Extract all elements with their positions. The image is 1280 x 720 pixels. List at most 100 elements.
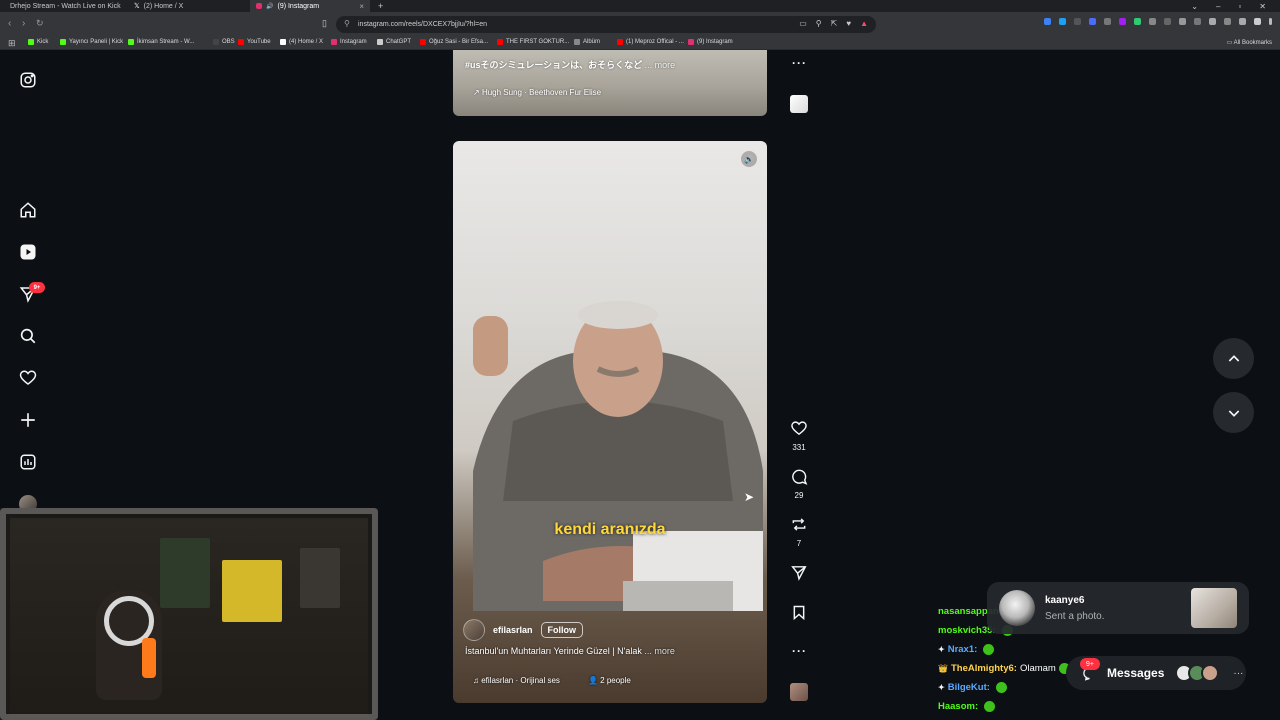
- profile-icon[interactable]: [1194, 18, 1201, 25]
- more-icon[interactable]: ···: [1233, 668, 1243, 679]
- bookmark-label: ChatGPT: [386, 39, 412, 45]
- previous-reel-button[interactable]: [1213, 338, 1254, 379]
- extension-icon[interactable]: [1074, 18, 1081, 25]
- site-info-icon[interactable]: ⚲: [344, 19, 350, 28]
- bookmark-item[interactable]: ChatGPT: [377, 39, 411, 45]
- message-notification[interactable]: kaanye6 Sent a photo.: [987, 582, 1249, 634]
- close-tab-icon[interactable]: ×: [359, 2, 364, 11]
- reel-audio[interactable]: ♫ efilasrlan · Orijinal ses: [473, 676, 560, 685]
- extension-icon[interactable]: [1104, 18, 1111, 25]
- forward-icon[interactable]: ›: [22, 18, 25, 29]
- messages-label: Messages: [1107, 666, 1165, 680]
- audio-thumbnail[interactable]: [790, 683, 808, 701]
- shield-icon[interactable]: [1239, 18, 1246, 25]
- reel-caption: İstanbul'un Muhtarları Yerinde Güzel | N…: [465, 646, 675, 656]
- extension-icon[interactable]: [1119, 18, 1126, 25]
- bookmark-favicon-icon: [497, 39, 503, 45]
- sidepanel-icon[interactable]: [1179, 18, 1186, 25]
- like-button[interactable]: 331: [786, 420, 812, 452]
- zoom-icon[interactable]: ⚲: [816, 19, 822, 28]
- cast-icon[interactable]: ▭: [799, 19, 807, 28]
- bookmark-favicon-icon: [238, 39, 244, 45]
- dashboard-icon[interactable]: [18, 452, 38, 472]
- reel-video[interactable]: 🔊 kendi aranızda efilasrlan Follow İstan…: [453, 141, 767, 703]
- reload-icon[interactable]: ↻: [36, 18, 44, 29]
- minimize-icon[interactable]: –: [1216, 2, 1220, 11]
- extension-icon[interactable]: [1089, 18, 1096, 25]
- extension-warning-icon[interactable]: ▲: [860, 19, 868, 28]
- volume-icon[interactable]: 🔊: [741, 151, 757, 167]
- all-bookmarks-button[interactable]: ▭ All Bookmarks: [1227, 39, 1272, 46]
- comment-icon: [792, 469, 808, 485]
- bookmark-item[interactable]: THE FIRST GOKTUR...: [497, 39, 569, 45]
- previous-reel[interactable]: #usそのシミュレーションは、おそらくなど ... more ↗ Hugh Su…: [453, 50, 767, 116]
- chat-emote-icon: [995, 682, 1007, 693]
- more-options-icon[interactable]: ···: [792, 644, 807, 658]
- bookmark-item[interactable]: OBS: [213, 39, 235, 45]
- share-icon[interactable]: ⇱: [831, 19, 838, 28]
- maximize-icon[interactable]: ▫: [1238, 2, 1241, 11]
- author-name[interactable]: efilasrlan: [493, 625, 533, 635]
- back-icon[interactable]: ‹: [8, 18, 11, 29]
- reel-audio[interactable]: ↗ Hugh Sung · Beethoven Fur Elise: [473, 88, 601, 97]
- tab-instagram[interactable]: 🔊 (9) Instagram ×: [250, 0, 370, 12]
- media-icon[interactable]: [1164, 18, 1171, 25]
- chat-username[interactable]: TheAlmighty6:: [951, 659, 1017, 678]
- shield-icon[interactable]: ♥: [846, 19, 851, 28]
- new-tab-button[interactable]: +: [372, 0, 388, 12]
- bookmark-favicon-icon: [688, 39, 694, 45]
- send-icon: [791, 566, 807, 581]
- create-plus-icon[interactable]: [18, 410, 38, 430]
- browser-toolbar: ‹ › ↻ ▯ ⚲ instagram.com/reels/DXCEX7bjjI…: [0, 12, 1280, 37]
- apps-grid-icon[interactable]: ⊞: [8, 38, 16, 49]
- bookmark-item[interactable]: Oğuz Sasi - Bir Efsa...: [420, 39, 488, 45]
- search-icon[interactable]: [18, 326, 38, 346]
- tagged-people[interactable]: 👤 2 people: [588, 676, 631, 685]
- share-button[interactable]: [786, 564, 812, 586]
- extension-icon[interactable]: [1044, 18, 1051, 25]
- instagram-logo-icon[interactable]: [18, 70, 38, 90]
- author-avatar[interactable]: [463, 619, 485, 641]
- bookmark-item[interactable]: İkimsan Stream - W...: [128, 39, 194, 45]
- chat-username[interactable]: BilgeKut:: [948, 678, 990, 697]
- address-bar[interactable]: ⚲ instagram.com/reels/DXCEX7bjjIu/?hl=en…: [336, 16, 876, 33]
- comment-button[interactable]: 29: [786, 468, 812, 500]
- reels-icon[interactable]: [18, 242, 38, 262]
- chat-username[interactable]: Nrax1:: [948, 640, 978, 659]
- bookmark-item[interactable]: (1) Meproz Offical - ...: [617, 39, 684, 45]
- bookmark-item[interactable]: (9) Instagram: [688, 39, 733, 45]
- bookmark-item[interactable]: YouTube: [238, 39, 271, 45]
- close-window-icon[interactable]: ✕: [1259, 2, 1266, 11]
- bookmark-label: YouTube: [247, 39, 271, 45]
- more-options-icon[interactable]: ···: [792, 56, 807, 70]
- bookmarks-bar: ⊞ Kick Yayıncı Paneli | Kick İkimsan Strea…: [0, 37, 1280, 50]
- save-button[interactable]: [786, 604, 812, 626]
- tab-search-icon[interactable]: ⌄: [1191, 2, 1198, 11]
- bookmark-item[interactable]: Instagram: [331, 39, 367, 45]
- tab-x[interactable]: 𝕏 (2) Home / X: [128, 0, 248, 12]
- bookmark-favicon-icon: [420, 39, 426, 45]
- next-reel-button[interactable]: [1213, 392, 1254, 433]
- bookmark-item[interactable]: Kick: [28, 39, 48, 45]
- tab-kick[interactable]: Drhejo Stream - Watch Live on Kick: [0, 0, 125, 12]
- messages-button[interactable]: 9+ Messages ···: [1066, 656, 1246, 690]
- home-icon[interactable]: [18, 200, 38, 220]
- bookmark-item[interactable]: (4) Home / X: [280, 39, 323, 45]
- download-icon[interactable]: [1224, 18, 1231, 25]
- follow-button[interactable]: Follow: [540, 622, 584, 638]
- extension-icon[interactable]: [1134, 18, 1141, 25]
- extension-icon[interactable]: [1059, 18, 1066, 25]
- bookmark-item[interactable]: Yayıncı Paneli | Kick: [60, 39, 123, 45]
- menu-icon[interactable]: [1269, 18, 1272, 25]
- bookmark-item[interactable]: Albüm: [574, 39, 600, 45]
- more-link[interactable]: ... more: [644, 646, 675, 656]
- chat-username[interactable]: Haasom:: [938, 697, 978, 716]
- bookmark-star-icon[interactable]: [1209, 18, 1216, 25]
- bookmark-page-icon[interactable]: ▯: [322, 18, 327, 29]
- puzzle-icon[interactable]: [1149, 18, 1156, 25]
- more-link[interactable]: ... more: [645, 60, 676, 70]
- audio-thumbnail[interactable]: [790, 95, 808, 113]
- notifications-heart-icon[interactable]: [18, 368, 38, 388]
- repost-button[interactable]: 7: [786, 516, 812, 548]
- settings-icon[interactable]: [1254, 18, 1261, 25]
